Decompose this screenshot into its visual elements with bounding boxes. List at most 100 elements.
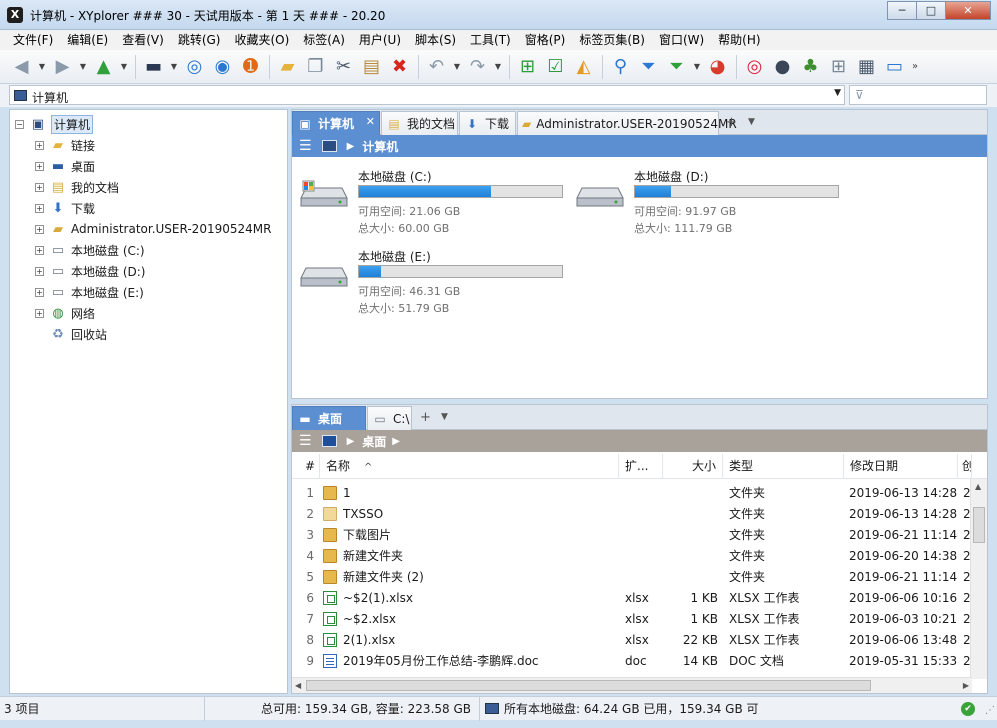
tree-icon[interactable]: ♣	[797, 53, 824, 80]
tree-expander[interactable]: +	[35, 266, 44, 276]
checkbox-icon[interactable]: ☑	[542, 53, 569, 80]
column-header-size[interactable]: 大小	[663, 454, 723, 479]
table-row[interactable]: 9 2019年05月份工作总结-李鹏辉.doc doc 14 KB DOC 文档 2019…	[292, 651, 972, 672]
file-name[interactable]: ~$2.xlsx	[343, 609, 619, 630]
breadcrumb-segment[interactable]: 计算机	[362, 138, 398, 155]
resize-grip-icon[interactable]: ⋰	[985, 705, 995, 716]
new-folder-icon[interactable]: ▰	[274, 53, 301, 80]
tab-list-dropdown-icon[interactable]: ▼	[441, 412, 448, 422]
table-row[interactable]: 11文件夹2019-06-13 14:28:4420	[292, 483, 972, 504]
tree-node-drive-e[interactable]: + ▭ 本地磁盘 (E:)	[35, 282, 144, 302]
file-name[interactable]: 2019年05月份工作总结-李鹏辉.doc	[343, 651, 619, 672]
menu-help[interactable]: 帮助(H)	[711, 30, 767, 50]
file-name[interactable]: 新建文件夹	[343, 546, 619, 567]
tree-expander[interactable]: +	[35, 161, 44, 171]
undo-icon[interactable]: ↶	[423, 53, 450, 80]
table-row[interactable]: 2TXSSO文件夹2019-06-13 14:28:4620	[292, 504, 972, 525]
menu-user[interactable]: 用户(U)	[352, 30, 408, 50]
new-tab-icon[interactable]: +	[726, 115, 737, 130]
live-filter-box[interactable]: ⊽	[849, 85, 987, 105]
column-header-type[interactable]: 类型	[723, 454, 844, 479]
find-icon[interactable]: ◉	[209, 53, 236, 80]
redo-dropdown-icon[interactable]: ▼	[492, 53, 504, 80]
goto-icon[interactable]: ➊	[237, 53, 264, 80]
back-dropdown-icon[interactable]: ▼	[36, 53, 48, 80]
tree-node-links[interactable]: + ▰ 链接	[35, 135, 95, 155]
menu-panes[interactable]: 窗格(P)	[518, 30, 573, 50]
breadcrumb-segment[interactable]: 桌面	[362, 433, 386, 450]
tree-expander[interactable]: −	[15, 119, 24, 129]
forward-dropdown-icon[interactable]: ▼	[77, 53, 89, 80]
app-logo-icon[interactable]: X	[7, 7, 23, 23]
tree-node-user-folder[interactable]: + ▰ Administrator.USER-20190524MR	[35, 219, 271, 239]
vertical-scroll-thumb[interactable]	[973, 507, 985, 543]
menu-edit[interactable]: 编辑(E)	[60, 30, 115, 50]
file-name[interactable]: TXSSO	[343, 504, 619, 525]
back-icon[interactable]: ◀	[8, 53, 35, 80]
column-header-modified[interactable]: 修改日期	[844, 454, 958, 479]
tree-expander[interactable]: +	[35, 140, 44, 150]
redo-icon[interactable]: ↷	[464, 53, 491, 80]
computer-icon[interactable]	[321, 140, 337, 152]
table-row[interactable]: 5新建文件夹 (2)文件夹2019-06-21 11:14:2820	[292, 567, 972, 588]
tab-computer[interactable]: ▣ 计算机 ✕	[292, 111, 380, 135]
column-header-index[interactable]: #	[292, 454, 320, 479]
details-view-icon[interactable]: ▦	[853, 53, 880, 80]
tree-node-recycle-bin[interactable]: ♻ 回收站	[50, 324, 107, 344]
filter-icon[interactable]: ⏷	[635, 53, 662, 80]
dual-pane-icon[interactable]: ▭	[881, 53, 908, 80]
search-icon[interactable]: ⚲	[607, 53, 634, 80]
menu-go[interactable]: 跳转(G)	[171, 30, 228, 50]
tree-node-desktop[interactable]: + ▬ 桌面	[35, 156, 95, 176]
column-header-created[interactable]: 创	[958, 454, 972, 479]
tab-close-icon[interactable]: ✕	[366, 115, 375, 128]
table-row[interactable]: 8 2(1).xlsx xlsx 22 KB XLSX 工作表 2019-06-06 13…	[292, 630, 972, 651]
grid-view-icon[interactable]: ⊞	[825, 53, 852, 80]
column-header-extension[interactable]: 扩...	[619, 454, 663, 479]
tree-node-documents[interactable]: + ▤ 我的文档	[35, 177, 119, 197]
table-row[interactable]: 6 ~$2(1).xlsx xlsx 1 KB XLSX 工作表 2019-06-06 1…	[292, 588, 972, 609]
address-bar[interactable]: 计算机 ▼	[9, 85, 845, 105]
file-name[interactable]: 下载图片	[343, 525, 619, 546]
tree-node-downloads[interactable]: + ⬇ 下载	[35, 198, 95, 218]
menu-view[interactable]: 查看(V)	[115, 30, 171, 50]
close-button[interactable]: ✕	[945, 1, 991, 20]
hamburger-menu-icon[interactable]: ☰	[299, 138, 312, 154]
horizontal-scrollbar[interactable]: ◀ ▶	[292, 677, 972, 693]
maximize-button[interactable]: □	[916, 1, 946, 20]
scroll-left-icon[interactable]: ◀	[295, 681, 301, 690]
menu-file[interactable]: 文件(F)	[6, 30, 60, 50]
drive-c[interactable]: 本地磁盘 (C:) 可用空间: 21.06 GB 总大小: 60.00 GB	[300, 168, 570, 238]
spiral-icon[interactable]: ◎	[741, 53, 768, 80]
pizza-icon[interactable]: ◭	[570, 53, 597, 80]
scroll-up-icon[interactable]: ▲	[975, 482, 981, 491]
new-tab-icon[interactable]: +	[420, 410, 431, 425]
chevron-right-icon[interactable]: ▶	[347, 436, 355, 447]
target-icon[interactable]: ◎	[181, 53, 208, 80]
column-header-name[interactable]: 名称 ^	[320, 454, 619, 479]
horizontal-scroll-thumb[interactable]	[306, 680, 871, 691]
visual-filter-icon[interactable]: ⏷	[663, 53, 690, 80]
tab-desktop[interactable]: ▬ 桌面	[292, 406, 366, 430]
tab-drive-c[interactable]: ▭ C:\	[367, 406, 412, 430]
chevron-right-icon[interactable]: ▶	[347, 141, 355, 152]
address-path[interactable]: 计算机	[32, 89, 68, 106]
menu-favorites[interactable]: 收藏夹(O)	[227, 30, 296, 50]
scroll-right-icon[interactable]: ▶	[963, 681, 969, 690]
filter-dropdown-icon[interactable]: ▼	[691, 53, 703, 80]
up-icon[interactable]: ▲	[90, 53, 117, 80]
tab-documents[interactable]: ▤ 我的文档	[381, 111, 458, 135]
address-dropdown-icon[interactable]: ▼	[834, 88, 841, 98]
table-row[interactable]: 3下载图片文件夹2019-06-21 11:14:2320	[292, 525, 972, 546]
file-name[interactable]: 新建文件夹 (2)	[343, 567, 619, 588]
pie-chart-icon[interactable]: ◕	[704, 53, 731, 80]
menu-scripting[interactable]: 脚本(S)	[408, 30, 463, 50]
tree-node-computer[interactable]: − ▣ 计算机	[15, 114, 94, 134]
tree-expander[interactable]: +	[35, 182, 44, 192]
delete-icon[interactable]: ✖	[386, 53, 413, 80]
chevron-right-icon[interactable]: ▶	[392, 436, 400, 447]
minimize-button[interactable]: ─	[887, 1, 917, 20]
forward-icon[interactable]: ▶	[49, 53, 76, 80]
menu-window[interactable]: 窗口(W)	[652, 30, 711, 50]
menu-tabsets[interactable]: 标签页集(B)	[572, 30, 652, 50]
